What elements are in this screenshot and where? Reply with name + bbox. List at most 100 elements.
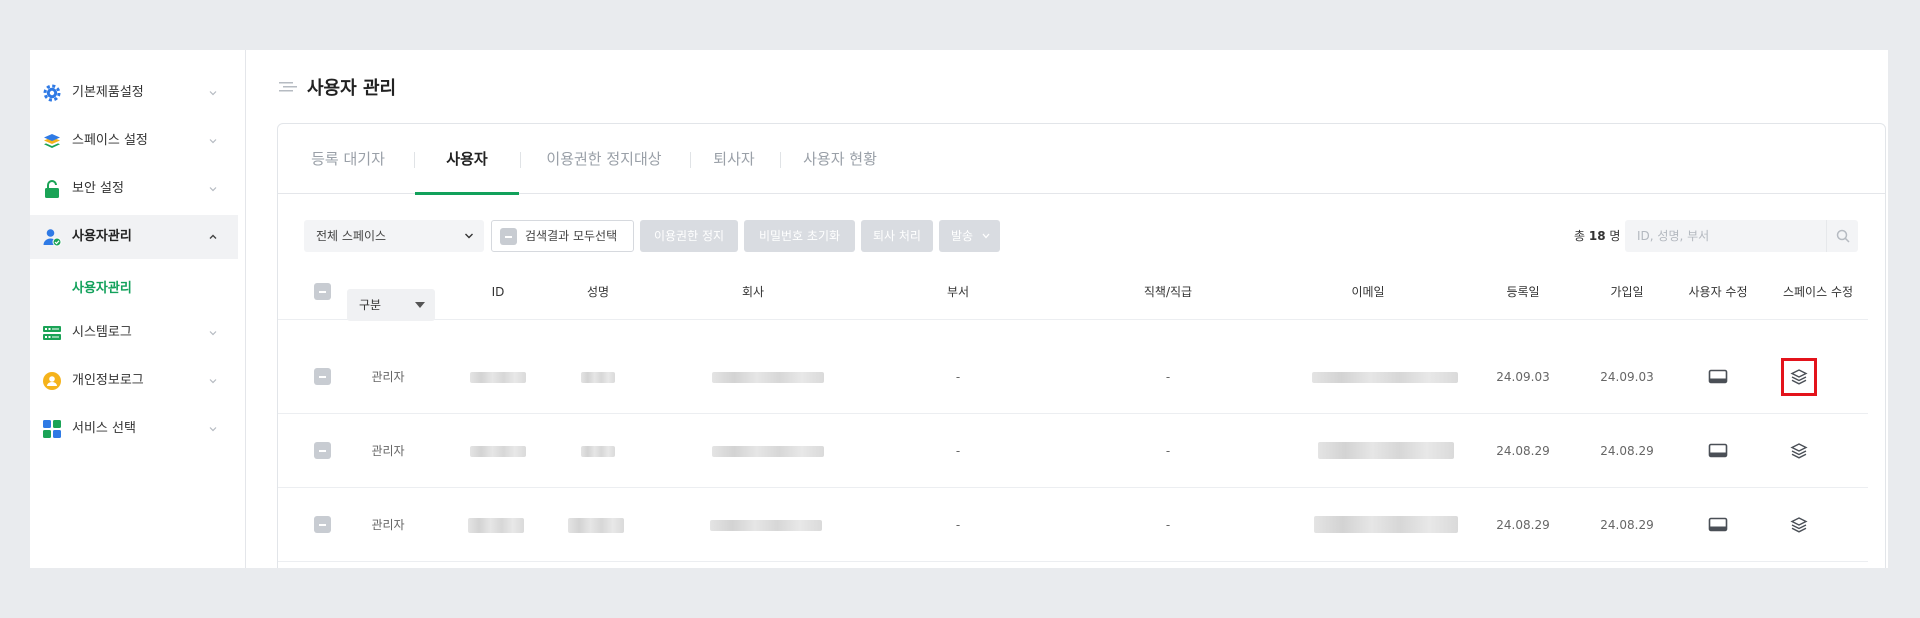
tab-user-status[interactable]: 사용자 현황 [797, 124, 883, 194]
tab-users[interactable]: 사용자 [415, 124, 519, 195]
sidebar-item-label: 개인정보로그 [72, 373, 144, 388]
cell-company-redacted [712, 446, 824, 457]
chevron-down-icon [209, 331, 217, 336]
sidebar-item-space-settings[interactable]: 스페이스 설정 [30, 119, 238, 163]
column-header-id: ID [491, 285, 505, 299]
column-header-edit-space: 스페이스 수정 [1782, 285, 1854, 299]
sidebar-item-basic-settings[interactable]: 기본제품설정 [30, 71, 238, 115]
header-checkbox[interactable] [314, 283, 331, 300]
suspend-permission-button[interactable]: 이용권한 정지 [640, 220, 738, 252]
send-label: 발송 [951, 229, 974, 243]
send-dropdown-button[interactable]: 발송 [939, 220, 1000, 252]
row-checkbox[interactable] [314, 368, 331, 385]
chevron-up-icon [209, 234, 217, 239]
select-all-results-button[interactable]: 검색결과 모두선택 [491, 220, 634, 252]
column-header-position: 직책/직급 [1143, 285, 1193, 299]
main-content: 사용자 관리 등록 대기자 사용자 이용권한 정지대상 퇴사자 사용자 현황 전… [247, 50, 1888, 568]
cell-name-redacted [581, 446, 615, 457]
monitor-icon [1708, 443, 1728, 458]
edit-user-button[interactable] [1698, 488, 1738, 562]
sidebar-item-label: 기본제품설정 [72, 85, 144, 100]
sidebar-item-label: 사용자관리 [72, 229, 132, 244]
table-row: 관리자 - - 24.08.29 24.08.29 [278, 414, 1868, 488]
cell-name-redacted [581, 372, 615, 383]
sidebar-item-system-log[interactable]: 시스템로그 [30, 311, 238, 355]
cell-type: 관리자 [371, 518, 405, 532]
edit-user-button[interactable] [1698, 414, 1738, 488]
edit-space-button[interactable] [1779, 488, 1819, 562]
chevron-down-icon [465, 233, 473, 239]
table-header: ID 성명 회사 부서 직책/직급 이메일 등록일 가입일 사용자 수정 스페이… [278, 264, 1868, 320]
tab-separator [690, 152, 691, 168]
cell-registered: 24.09.03 [1496, 370, 1550, 384]
user-list-card: 등록 대기자 사용자 이용권한 정지대상 퇴사자 사용자 현황 전체 스페이스 … [277, 123, 1886, 568]
row-checkbox[interactable] [314, 516, 331, 533]
sidebar-item-privacy-log[interactable]: 개인정보로그 [30, 359, 238, 403]
type-filter-label: 구분 [359, 298, 382, 312]
cell-registered: 24.08.29 [1496, 444, 1550, 458]
chevron-down-icon [209, 379, 217, 384]
app-window: 기본제품설정 스페이스 설정 보안 설정 사용자관리 사용자관리 시스템로그 개… [30, 50, 1888, 568]
menu-icon[interactable] [279, 80, 297, 94]
cell-id-redacted [470, 446, 526, 457]
cell-joined: 24.08.29 [1600, 444, 1654, 458]
layers-icon [1790, 517, 1808, 533]
space-select[interactable]: 전체 스페이스 [304, 220, 484, 252]
sidebar: 기본제품설정 스페이스 설정 보안 설정 사용자관리 사용자관리 시스템로그 개… [30, 50, 246, 568]
tab-separator [520, 152, 521, 168]
cell-company-redacted [710, 520, 822, 531]
caret-down-icon [415, 302, 425, 308]
cell-position: - [1165, 444, 1171, 458]
total-count-value: 18 [1588, 229, 1606, 243]
edit-space-button[interactable] [1779, 414, 1819, 488]
total-prefix: 총 [1574, 229, 1586, 243]
sidebar-item-service-select[interactable]: 서비스 선택 [30, 407, 238, 451]
cell-name-redacted [568, 518, 624, 533]
chevron-down-icon [209, 139, 217, 144]
cell-joined: 24.08.29 [1600, 518, 1654, 532]
sidebar-item-label: 서비스 선택 [72, 421, 136, 436]
cell-email-redacted [1314, 516, 1458, 533]
chevron-down-icon [209, 187, 217, 192]
lock-icon [45, 180, 59, 198]
server-icon [43, 326, 61, 340]
tab-pending[interactable]: 등록 대기자 [308, 124, 388, 194]
edit-user-button[interactable] [1698, 340, 1738, 414]
column-header-registered: 등록일 [1506, 285, 1540, 299]
search-button[interactable] [1826, 220, 1858, 252]
sidebar-item-security-settings[interactable]: 보안 설정 [30, 167, 238, 211]
cell-email-redacted [1318, 442, 1454, 459]
chevron-down-icon [209, 427, 217, 432]
select-all-checkbox[interactable] [500, 228, 517, 245]
cell-id-redacted [470, 372, 526, 383]
total-suffix: 명 [1609, 229, 1621, 243]
cell-department: - [955, 370, 961, 384]
sidebar-subitem-user-management[interactable]: 사용자관리 [72, 277, 132, 296]
cell-type: 관리자 [371, 444, 405, 458]
cell-joined: 24.09.03 [1600, 370, 1654, 384]
tab-resigned[interactable]: 퇴사자 [706, 124, 762, 194]
total-count: 총 18 명 [1574, 220, 1620, 252]
highlight-box [1781, 358, 1817, 396]
tab-bar: 등록 대기자 사용자 이용권한 정지대상 퇴사자 사용자 현황 [278, 124, 1885, 195]
grid-icon [43, 420, 61, 438]
cell-type: 관리자 [371, 370, 405, 384]
tab-suspended[interactable]: 이용권한 정지대상 [541, 124, 667, 194]
tab-separator [780, 152, 781, 168]
search-input[interactable] [1625, 220, 1825, 252]
sidebar-item-label: 시스템로그 [72, 325, 132, 340]
column-header-edit-user: 사용자 수정 [1688, 285, 1748, 299]
cell-position: - [1165, 518, 1171, 532]
space-select-value: 전체 스페이스 [316, 229, 387, 243]
row-checkbox[interactable] [314, 442, 331, 459]
reset-password-button[interactable]: 비밀번호 초기화 [744, 220, 855, 252]
sidebar-item-user-management[interactable]: 사용자관리 [30, 215, 238, 259]
column-header-department: 부서 [946, 285, 970, 299]
type-filter-select[interactable]: 구분 [347, 289, 435, 321]
search-icon [1836, 229, 1850, 243]
layers-icon [44, 134, 60, 148]
page-title: 사용자 관리 [307, 78, 397, 99]
resign-process-button[interactable]: 퇴사 처리 [861, 220, 933, 252]
select-all-label: 검색결과 모두선택 [525, 229, 618, 243]
column-header-email: 이메일 [1351, 285, 1385, 299]
